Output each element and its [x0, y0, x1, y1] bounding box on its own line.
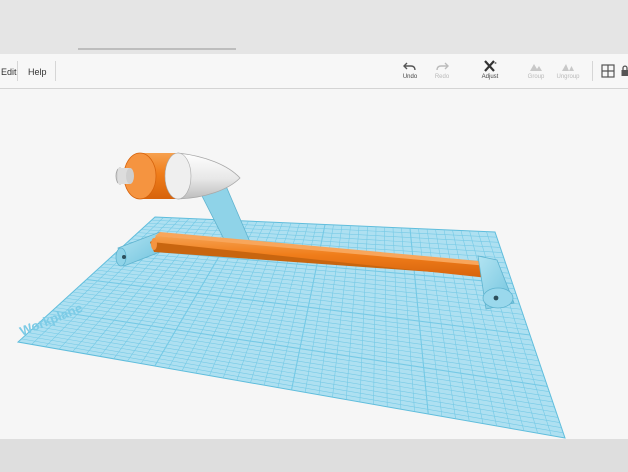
undo-label: Undo [402, 74, 418, 80]
adjust-button[interactable]: Adjust [472, 58, 508, 86]
footer-bar [0, 439, 628, 472]
ungroup-icon [562, 64, 574, 71]
redo-icon [436, 62, 449, 71]
ungroup-button[interactable]: Ungroup [550, 58, 586, 86]
grid-view-icon[interactable] [601, 64, 615, 78]
group-icon [530, 64, 542, 71]
redo-button[interactable]: Redo [424, 58, 460, 86]
menu-bar: Edit Help Undo Redo Adjust Group Ungroup [0, 54, 628, 89]
menu-separator [592, 61, 593, 81]
ungroup-label: Ungroup [556, 74, 580, 80]
adjust-icon [484, 60, 497, 72]
tab-indicator [78, 48, 236, 50]
3d-viewport[interactable]: Workplane [0, 89, 628, 439]
lock-icon[interactable] [620, 64, 628, 78]
scene-canvas[interactable]: Workplane [0, 89, 628, 439]
undo-icon [403, 62, 416, 71]
undo-button[interactable]: Undo [392, 58, 428, 86]
menu-separator [17, 61, 18, 81]
redo-label: Redo [434, 74, 450, 80]
browser-top-area [0, 0, 628, 54]
group-label: Group [527, 74, 545, 80]
menu-separator [55, 61, 56, 81]
adjust-label: Adjust [481, 74, 499, 80]
menu-item-help[interactable]: Help [25, 54, 50, 89]
group-button[interactable]: Group [518, 58, 554, 86]
